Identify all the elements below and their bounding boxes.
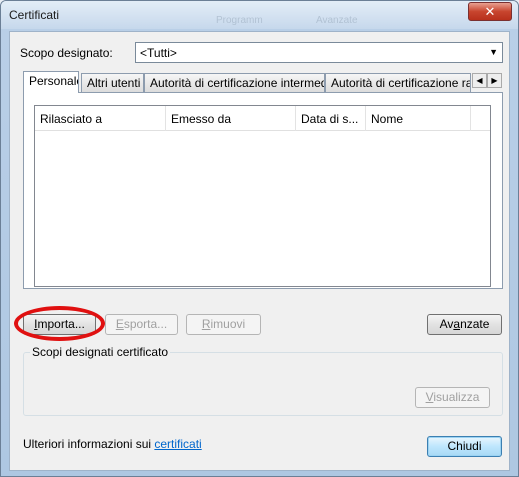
remove-button[interactable]: Rimuovi: [186, 314, 261, 335]
dialog-client: Scopo designato: <Tutti> ▼ Personale Alt…: [9, 31, 510, 471]
background-ghost-text: Programm: [216, 15, 263, 26]
list-header: Rilasciato a Emesso da Data di s... Nome: [35, 106, 490, 131]
window-title: Certificati: [9, 8, 60, 22]
close-button[interactable]: Chiudi: [427, 436, 502, 457]
tab-intermedie[interactable]: Autorità di certificazione intermedie: [144, 73, 325, 92]
view-button[interactable]: Visualizza: [415, 387, 490, 408]
tab-panel: Rilasciato a Emesso da Data di s... Nome: [23, 92, 503, 289]
background-ghost-text: Avanzate: [316, 15, 358, 26]
group-legend: Scopi designati certificato: [30, 345, 171, 359]
certificate-purposes-group: Scopi designati certificato Visualizza: [23, 345, 503, 416]
close-window-button[interactable]: ✕: [468, 2, 512, 21]
tab-personale[interactable]: Personale: [23, 71, 79, 93]
purpose-selected-value: <Tutti>: [140, 46, 177, 60]
tab-strip: Personale Altri utenti Autorità di certi…: [23, 71, 503, 93]
close-icon: ✕: [484, 4, 496, 19]
tab-scroll-left-icon[interactable]: ◀: [472, 73, 487, 88]
column-header-issued-by[interactable]: Emesso da: [166, 106, 296, 131]
tab-scroll-right-icon[interactable]: ▶: [487, 73, 502, 88]
title-bar[interactable]: Certificati Programm Avanzate ✕: [1, 1, 518, 29]
purpose-dropdown[interactable]: <Tutti> ▼: [135, 42, 503, 63]
column-header-expiry[interactable]: Data di s...: [296, 106, 366, 131]
advanced-button[interactable]: Avanzate: [427, 314, 502, 335]
column-header-name[interactable]: Nome: [366, 106, 471, 131]
footer-text: Ulteriori informazioni sui certificati: [23, 437, 202, 451]
tab-radice[interactable]: Autorità di certificazione radi: [325, 73, 471, 92]
certificates-link[interactable]: certificati: [154, 437, 201, 451]
certificate-list[interactable]: Rilasciato a Emesso da Data di s... Nome: [34, 105, 491, 287]
chevron-down-icon[interactable]: ▼: [489, 47, 498, 57]
highlight-annotation: [14, 306, 105, 341]
certificates-window: Certificati Programm Avanzate ✕ Scopo de…: [0, 0, 519, 477]
tab-altri-utenti[interactable]: Altri utenti: [81, 73, 144, 92]
column-header-issued-to[interactable]: Rilasciato a: [35, 106, 166, 131]
export-button[interactable]: Esporta...: [105, 314, 178, 335]
purpose-label: Scopo designato:: [20, 46, 113, 60]
